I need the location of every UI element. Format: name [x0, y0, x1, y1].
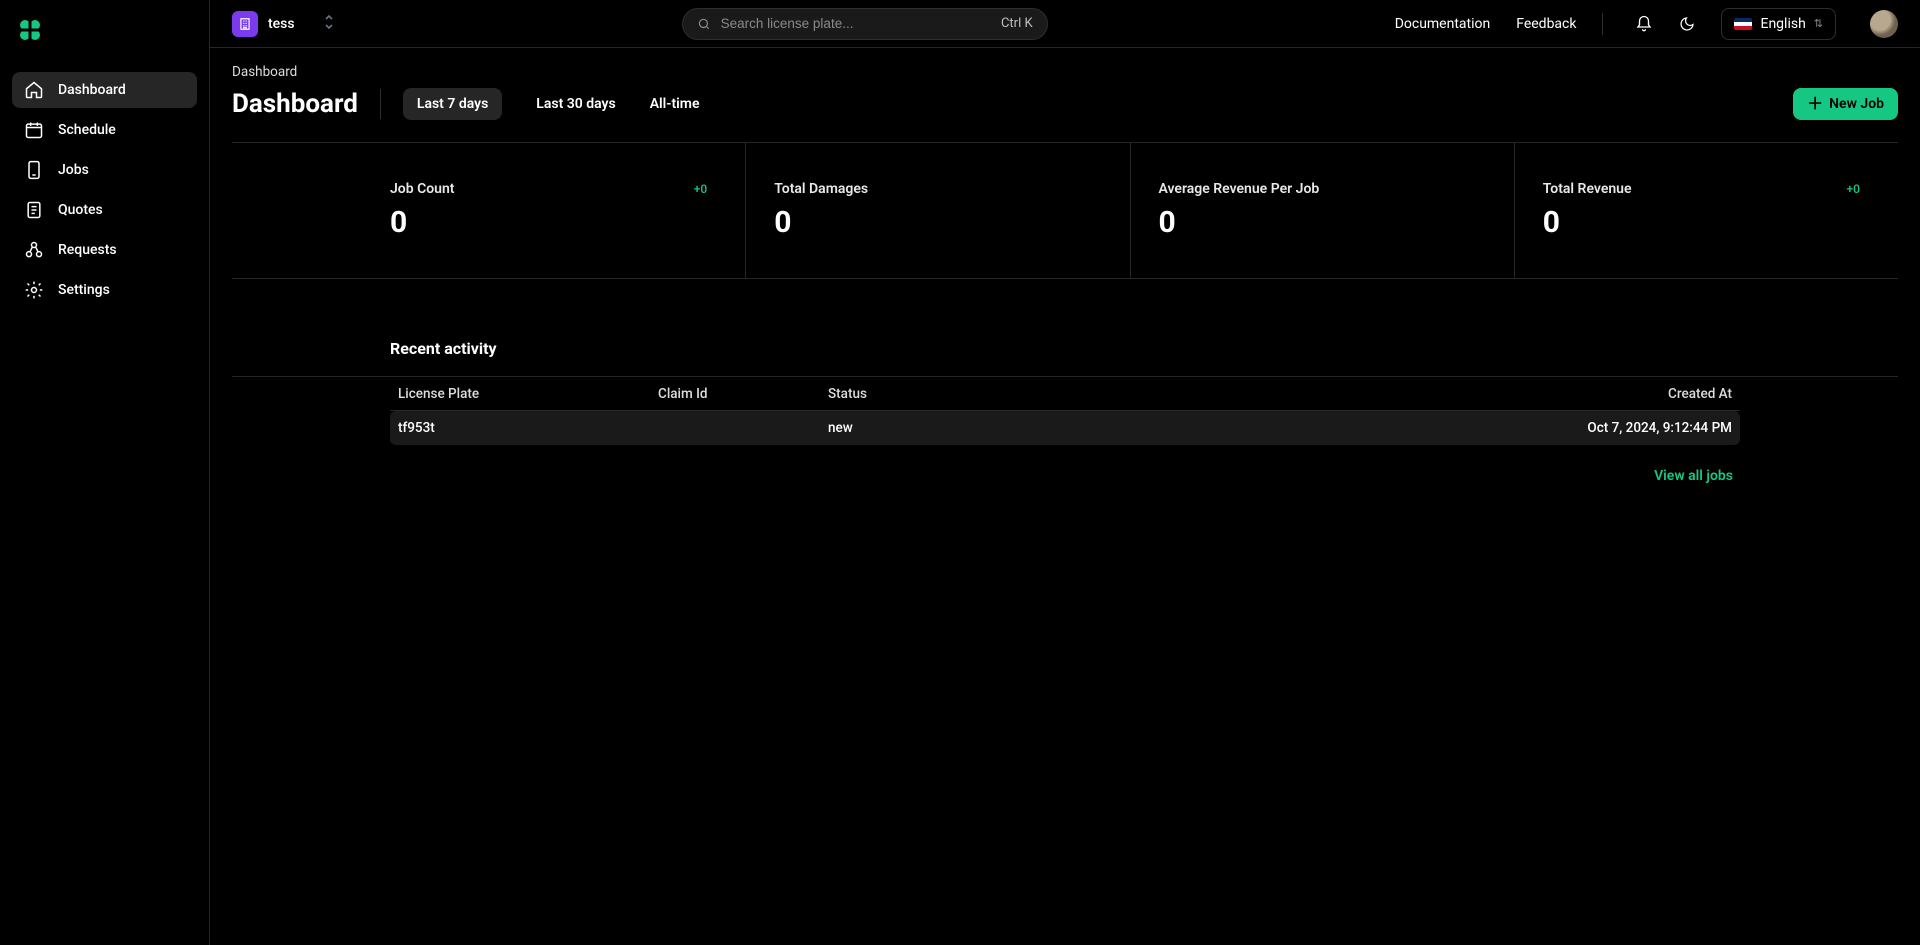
search-shortcut: Ctrl K — [1001, 16, 1033, 31]
sidebar-item-quotes[interactable]: Quotes — [12, 192, 197, 228]
breadcrumb[interactable]: Dashboard — [232, 64, 1898, 80]
app-logo[interactable] — [0, 12, 209, 72]
stat-value: 0 — [1543, 205, 1888, 240]
flag-uk-icon — [1734, 18, 1752, 30]
new-job-label: New Job — [1829, 96, 1884, 112]
col-license-plate: License Plate — [398, 386, 658, 402]
sidebar-item-requests[interactable]: Requests — [12, 232, 197, 268]
sidebar-item-label: Settings — [58, 282, 110, 298]
search-icon — [697, 17, 711, 31]
sidebar-item-settings[interactable]: Settings — [12, 272, 197, 308]
sidebar-item-dashboard[interactable]: Dashboard — [12, 72, 197, 108]
documentation-link[interactable]: Documentation — [1395, 16, 1491, 32]
separator — [1602, 13, 1603, 35]
stat-total-damages: Total Damages 0 — [746, 143, 1130, 278]
new-job-button[interactable]: ＋ New Job — [1793, 88, 1898, 120]
moon-icon — [1679, 16, 1695, 32]
chevron-updown-icon — [323, 14, 335, 34]
separator — [380, 89, 381, 119]
stat-delta: +0 — [1847, 182, 1860, 196]
topbar: tess Ctrl K Documentation Feedback — [210, 0, 1920, 48]
stat-value: 0 — [390, 205, 735, 240]
stat-value: 0 — [1159, 205, 1504, 240]
sidebar-item-jobs[interactable]: Jobs — [12, 152, 197, 188]
calendar-icon — [24, 120, 44, 140]
sidebar-item-label: Schedule — [58, 122, 116, 138]
sidebar: Dashboard Schedule Jobs Quotes Requests … — [0, 0, 210, 945]
sidebar-item-schedule[interactable]: Schedule — [12, 112, 197, 148]
bell-icon — [1635, 15, 1653, 33]
sidebar-item-label: Requests — [58, 242, 117, 258]
home-icon — [24, 80, 44, 100]
sidebar-item-label: Quotes — [58, 202, 103, 218]
view-all-wrap: View all jobs — [232, 465, 1733, 484]
workspace-name: tess — [268, 16, 295, 32]
theme-toggle[interactable] — [1679, 16, 1695, 32]
avatar[interactable] — [1870, 10, 1898, 38]
clover-icon — [18, 18, 42, 42]
stat-label: Job Count — [390, 181, 455, 197]
table-row[interactable]: tf953t new Oct 7, 2024, 9:12:44 PM — [390, 411, 1740, 445]
sidebar-item-label: Jobs — [58, 162, 89, 178]
sidebar-item-label: Dashboard — [58, 82, 126, 98]
requests-icon — [24, 240, 44, 260]
tab-last-7-days[interactable]: Last 7 days — [403, 88, 502, 120]
gear-icon — [24, 280, 44, 300]
stat-label: Total Revenue — [1543, 181, 1632, 197]
chevron-updown-icon: ⇅ — [1814, 17, 1823, 30]
page-header: Dashboard Last 7 days Last 30 days All-t… — [232, 88, 1898, 120]
phone-icon — [24, 160, 44, 180]
col-claim-id: Claim Id — [658, 386, 828, 402]
cell-created-at: Oct 7, 2024, 9:12:44 PM — [1587, 420, 1732, 436]
top-links: Documentation Feedback English ⇅ — [1395, 8, 1898, 40]
stat-job-count: Job Count +0 0 — [232, 143, 746, 278]
search-input[interactable] — [721, 16, 991, 31]
workspace-switcher[interactable]: tess — [232, 11, 335, 37]
table-header: License Plate Claim Id Status Created At — [390, 377, 1740, 411]
tab-last-30-days[interactable]: Last 30 days — [536, 88, 615, 120]
language-label: English — [1760, 16, 1805, 32]
feedback-link[interactable]: Feedback — [1516, 16, 1576, 32]
recent-activity-table: License Plate Claim Id Status Created At… — [232, 376, 1898, 445]
content: Dashboard Dashboard Last 7 days Last 30 … — [210, 48, 1920, 945]
notifications-button[interactable] — [1635, 15, 1653, 33]
stats-row: Job Count +0 0 Total Damages 0 Average R… — [232, 142, 1898, 279]
building-icon — [238, 17, 252, 31]
page-title: Dashboard — [232, 89, 358, 119]
stat-avg-revenue: Average Revenue Per Job 0 — [1131, 143, 1515, 278]
cell-status: new — [828, 420, 1587, 436]
tab-all-time[interactable]: All-time — [650, 88, 700, 120]
stat-total-revenue: Total Revenue +0 0 — [1515, 143, 1898, 278]
workspace-badge — [232, 11, 258, 37]
search-bar[interactable]: Ctrl K — [682, 8, 1048, 40]
file-icon — [24, 200, 44, 220]
view-all-jobs-link[interactable]: View all jobs — [1654, 468, 1733, 484]
col-status: Status — [828, 386, 1668, 402]
stat-value: 0 — [774, 205, 1119, 240]
time-range-tabs: Last 7 days Last 30 days All-time — [403, 88, 700, 120]
sidebar-nav: Dashboard Schedule Jobs Quotes Requests … — [0, 72, 209, 308]
col-created-at: Created At — [1668, 386, 1732, 402]
recent-activity-title: Recent activity — [390, 339, 1898, 358]
stat-delta: +0 — [694, 182, 707, 196]
stat-label: Average Revenue Per Job — [1159, 181, 1320, 197]
cell-license-plate: tf953t — [398, 420, 658, 436]
stat-label: Total Damages — [774, 181, 868, 197]
plus-icon: ＋ — [1807, 96, 1823, 112]
language-picker[interactable]: English ⇅ — [1721, 8, 1836, 40]
